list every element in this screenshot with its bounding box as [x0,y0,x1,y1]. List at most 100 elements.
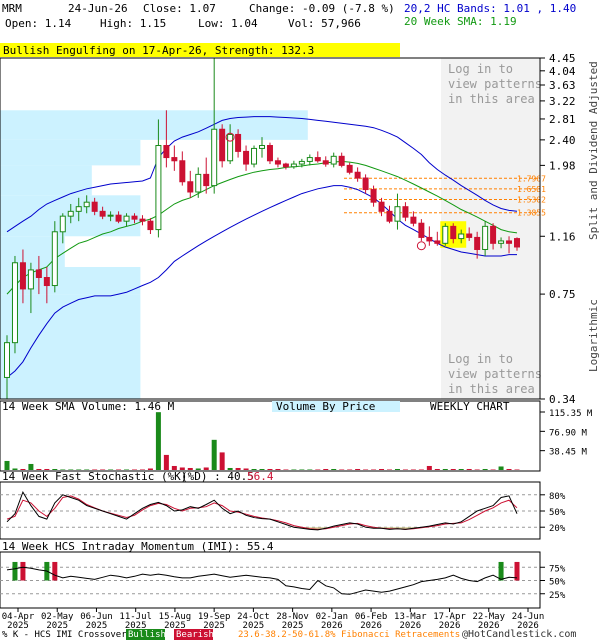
volume-axis: 115.35 M 76.90 M 38.45 M [540,409,593,458]
candle-body-34 [274,160,281,165]
candle-body-59 [474,236,481,250]
candle-body-3 [27,269,34,290]
candle-body-62 [498,240,505,244]
login-text-bottom-3: in this area [448,382,535,396]
candle-body-19 [155,145,162,231]
volume-tick-label-1: 76.90 M [549,428,588,438]
candle-body-57 [458,233,465,240]
candle-body-1 [11,262,18,344]
candle-body-20 [163,145,170,159]
fib-label-0: 1.7967 [517,174,546,183]
symbol: MRM [2,2,22,15]
fib-label-2: 1.5302 [517,196,546,205]
candle-body-56 [450,225,457,240]
candle-body-49 [394,206,401,222]
candle-body-12 [99,210,106,217]
imi-panel: 14 Week HCS Intraday Momentum (IMI): 55.… [0,540,566,609]
candle-body-31 [251,147,258,165]
volume-value: Vol: 57,966 [288,17,361,30]
candle-body-40 [322,160,329,165]
volume-bar-52 [418,469,424,470]
volume-bar-43 [347,469,353,470]
candle-body-5 [43,277,50,287]
open-value: Open: 1.14 [5,17,72,30]
split-adjusted-label: Split and Dividend Adjusted [587,61,600,240]
imi-title: 14 Week HCS Intraday Momentum (IMI): 55.… [2,540,274,553]
price-tick-label-3: 3.22 [549,95,576,108]
login-text-bottom-1: Log in to [448,352,513,366]
imi-axis: 75% 50% 25% [540,564,566,601]
volume-bar-35 [283,469,289,470]
login-text-top-1: Log in to [448,62,513,76]
volume-bar-39 [315,469,321,470]
candle-body-53 [426,236,433,242]
candle-body-45 [362,177,369,191]
candle-body-11 [91,201,98,212]
candle-body-64 [514,238,520,248]
chart-root: MRM 24-Jun-26 Close: 1.07 Change: -0.09 … [0,2,600,640]
candle-body-36 [290,163,297,168]
price-tick-label-0: 4.45 [549,52,576,65]
vbp-band-6 [0,294,141,399]
volume-bar-42 [339,469,345,470]
candle-body-17 [139,218,146,222]
candle-body-15 [123,215,130,222]
price-tick-label-2: 3.63 [549,79,576,92]
volume-bar-46 [371,469,377,470]
candle-body-27 [219,128,226,162]
vbp-band-1 [0,139,141,166]
candle-body-30 [243,150,250,165]
stochastic-d-value: 56.4 [247,470,274,483]
volume-panel: 14 Week SMA Volume: 1.46 M Volume By Pri… [0,400,593,472]
volume-bar-56 [450,468,456,470]
candle-body-21 [171,157,178,162]
volume-bar-50 [402,469,408,470]
volume-bar-19 [155,412,161,470]
candle-body-25 [203,173,210,187]
candle-body-48 [386,210,393,222]
volume-bar-36 [291,469,297,470]
sma-value: 20 Week SMA: 1.19 [404,15,517,28]
volume-bar-41 [331,468,337,470]
bands-value: 20,2 HC Bands: 1.01 , 1.40 [404,2,576,15]
volume-bar-27 [219,452,225,470]
volume-tick-label-0: 115.35 M [549,409,593,419]
stochastic-panel: 14 Week Fast Stochastic (%K) (%D) : 40.5… [0,470,566,540]
stochastic-title: 14 Week Fast Stochastic (%K) [2,470,187,483]
volume-bar-63 [506,468,512,470]
candle-body-52 [418,222,425,238]
volume-bar-20 [163,454,169,470]
login-text-top-3: in this area [448,92,535,106]
candle-body-43 [346,164,353,173]
bullish-legend: Bullish [128,630,166,640]
price-tick-label-6: 1.98 [549,159,576,172]
logarithmic-label: Logarithmic [587,299,600,372]
candle-body-54 [434,240,441,244]
imi-tick-label-2: 25% [549,591,566,601]
candle-body-46 [370,189,377,203]
stochastic-tick-label-1: 50% [549,508,566,518]
login-text-bottom-2: view patterns [448,367,542,381]
pattern-banner: Bullish Engulfing on 17-Apr-26, Strength… [3,44,314,57]
imi-marker-1 [20,561,26,581]
price-tick-label-4: 2.81 [549,113,576,126]
candle-body-58 [466,233,473,238]
fib-label-3: 1.3855 [517,209,546,218]
stochastic-tick-label-2: 20% [549,524,566,534]
volume-bar-49 [394,468,400,470]
login-text-top-2: view patterns [448,77,542,91]
volume-bar-44 [355,468,361,470]
volume-bar-47 [379,468,385,470]
volume-bar-37 [299,469,305,470]
footer-crossover-label: % K - HCS IMI Crossover: [2,630,132,640]
vbp-band-2 [0,165,92,196]
candle-body-9 [75,206,82,212]
candle-body-26 [211,128,218,187]
imi-tick-label-1: 50% [549,578,566,588]
candle-body-7 [59,215,66,233]
volume-bar-0 [4,460,10,470]
pattern-circle-1 [416,241,426,251]
price-tick-label-9: 0.34 [549,393,576,406]
vbp-label: Volume By Price [276,400,375,413]
volume-title: 14 Week SMA Volume: 1.46 M [2,400,175,413]
